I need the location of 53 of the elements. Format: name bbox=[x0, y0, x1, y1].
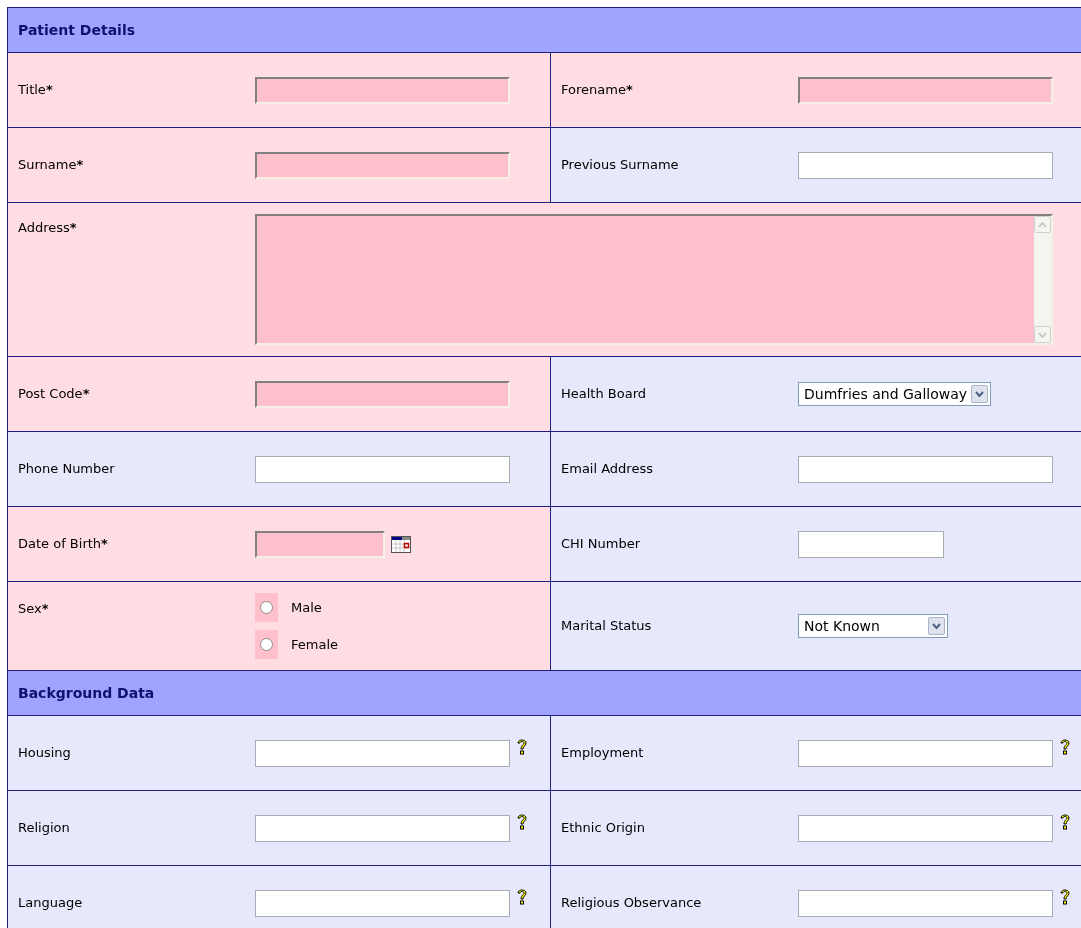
section-header: Patient Details bbox=[8, 8, 1081, 53]
text-field[interactable] bbox=[255, 76, 510, 104]
field-label: Post Code* bbox=[18, 386, 90, 402]
caret-icon bbox=[932, 622, 941, 630]
field-label: Date of Birth* bbox=[18, 536, 108, 552]
field-label: Housing bbox=[18, 745, 71, 761]
text-field[interactable] bbox=[798, 530, 944, 558]
caret-icon bbox=[975, 390, 985, 398]
field-label: Address* bbox=[18, 220, 77, 235]
text-field[interactable] bbox=[798, 76, 1053, 104]
field-label: Title* bbox=[18, 82, 53, 98]
text-field[interactable] bbox=[255, 380, 510, 408]
calendar-icon[interactable] bbox=[391, 535, 411, 553]
field-label: CHI Number bbox=[561, 536, 641, 552]
date-field[interactable] bbox=[255, 530, 385, 558]
radio-label: Female bbox=[291, 635, 338, 654]
radio-label: Male bbox=[291, 598, 322, 617]
field-label: Sex* bbox=[18, 601, 49, 616]
address-field[interactable] bbox=[255, 214, 1053, 345]
field-label: Surname* bbox=[18, 157, 84, 173]
dropdown[interactable]: Dumfries and Galloway bbox=[798, 382, 992, 406]
field-label: Phone Number bbox=[18, 461, 115, 477]
field-label: Religious Observance bbox=[561, 895, 702, 911]
text-field[interactable] bbox=[798, 455, 1053, 483]
field-label: Language bbox=[18, 895, 83, 911]
text-field[interactable] bbox=[255, 151, 510, 179]
field-label: Previous Surname bbox=[561, 157, 679, 173]
text-field[interactable] bbox=[798, 739, 1053, 767]
help-icon[interactable] bbox=[1059, 887, 1071, 906]
radio-button[interactable] bbox=[260, 601, 273, 614]
field-label: Religion bbox=[18, 820, 70, 836]
help-icon[interactable] bbox=[1059, 737, 1071, 756]
dropdown[interactable]: Not Known bbox=[798, 614, 948, 638]
text-field[interactable] bbox=[798, 151, 1053, 179]
help-icon[interactable] bbox=[516, 737, 528, 756]
text-field[interactable] bbox=[255, 455, 510, 483]
text-field[interactable] bbox=[255, 814, 510, 842]
help-icon[interactable] bbox=[516, 887, 528, 906]
field-label: Marital Status bbox=[561, 618, 652, 634]
field-label: Employment bbox=[561, 745, 644, 761]
text-field[interactable] bbox=[255, 739, 510, 767]
section-header: Background Data bbox=[8, 671, 1081, 716]
help-icon[interactable] bbox=[516, 812, 528, 831]
field-label: Health Board bbox=[561, 386, 647, 402]
field-label: Forename* bbox=[561, 82, 633, 98]
text-field[interactable] bbox=[255, 889, 510, 917]
help-icon[interactable] bbox=[1059, 812, 1071, 831]
text-field[interactable] bbox=[798, 814, 1053, 842]
scrollbar[interactable] bbox=[1034, 216, 1051, 343]
text-field[interactable] bbox=[798, 889, 1053, 917]
radio-button[interactable] bbox=[260, 638, 273, 651]
field-label: Ethnic Origin bbox=[561, 820, 645, 836]
field-label: Email Address bbox=[561, 461, 653, 477]
